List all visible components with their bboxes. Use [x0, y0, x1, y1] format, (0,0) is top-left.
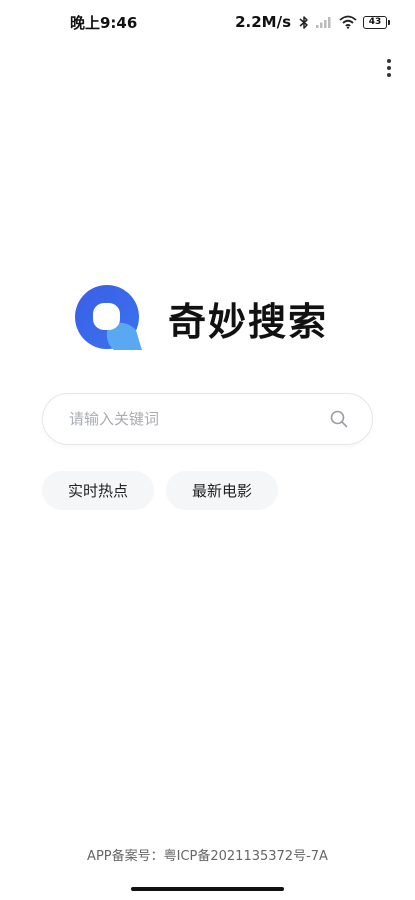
brand-header: 奇妙搜索 — [74, 284, 328, 352]
chip-latest-movies[interactable]: 最新电影 — [166, 471, 279, 510]
search-bar[interactable] — [42, 393, 373, 445]
battery-level: 43 — [368, 17, 382, 27]
bluetooth-icon — [299, 15, 308, 29]
q-search-logo-icon — [75, 285, 142, 350]
status-bar: 晚上9:46 2.2M/s 43 — [0, 0, 415, 44]
home-indicator[interactable] — [131, 887, 284, 891]
more-options-button[interactable] — [377, 56, 401, 80]
signal-icon — [316, 17, 331, 28]
icp-record[interactable]: APP备案号：粤ICP备2021135372号-7A — [0, 845, 415, 864]
status-indicators: 2.2M/s 43 — [235, 13, 390, 31]
search-input[interactable] — [69, 410, 309, 428]
quick-links: 实时热点 最新电影 — [42, 471, 279, 510]
app-screen: 晚上9:46 2.2M/s 43 奇妙搜索 请输入关键词 实时热点 最新电影 A… — [0, 0, 415, 900]
more-dot-icon — [387, 59, 391, 63]
network-speed: 2.2M/s — [235, 13, 291, 31]
search-icon[interactable] — [330, 410, 348, 428]
app-title: 奇妙搜索 — [168, 299, 329, 344]
more-dot-icon — [387, 66, 391, 70]
status-time: 晚上9:46 — [70, 13, 138, 32]
wifi-icon — [339, 15, 357, 29]
more-dot-icon — [387, 73, 391, 77]
chip-trending[interactable]: 实时热点 — [42, 471, 155, 510]
battery-icon: 43 — [363, 15, 390, 29]
